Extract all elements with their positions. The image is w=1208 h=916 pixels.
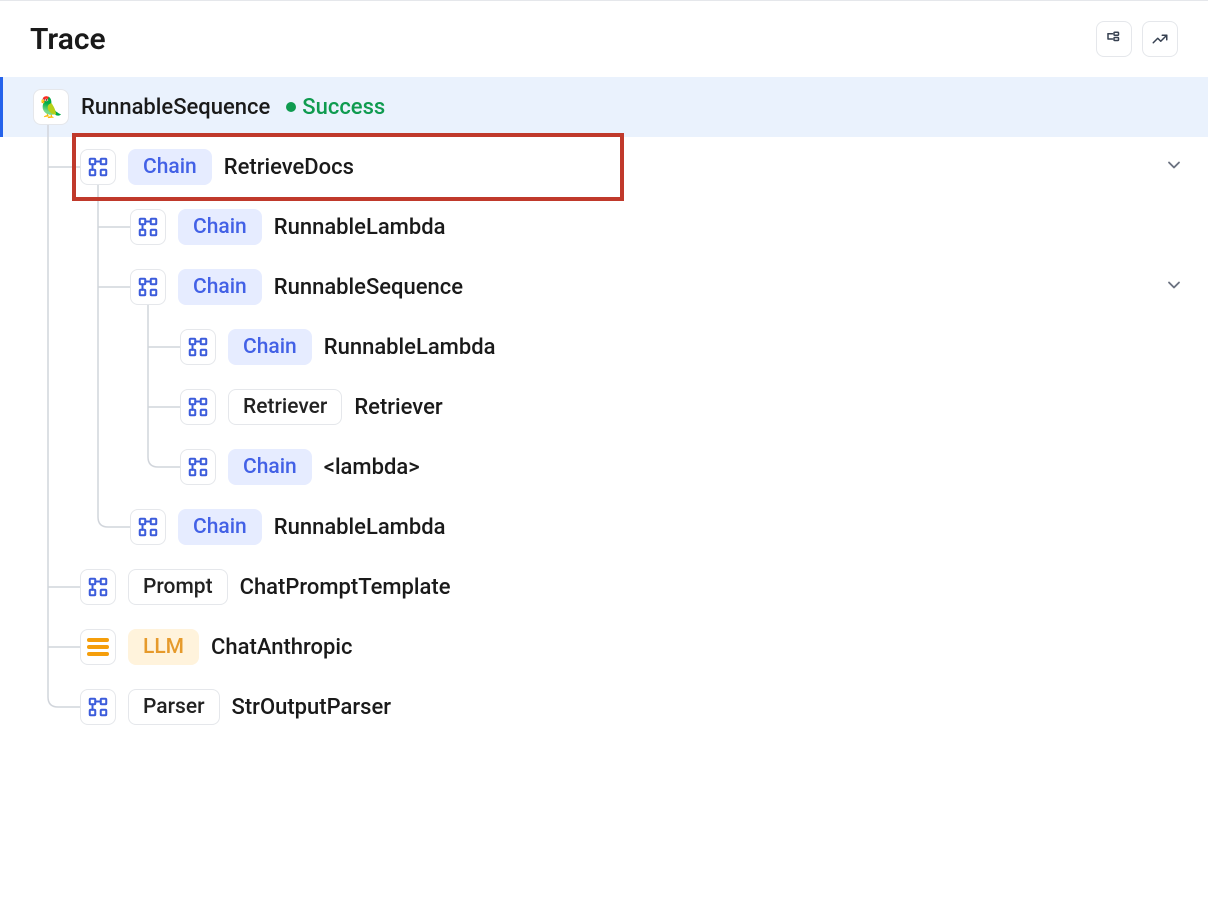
type-badge: Chain bbox=[178, 269, 262, 305]
node-name: RunnableSequence bbox=[274, 275, 463, 300]
type-badge: Chain bbox=[228, 449, 312, 485]
node-icon-box bbox=[80, 629, 116, 665]
node-icon-box bbox=[80, 689, 116, 725]
header-actions bbox=[1096, 21, 1178, 57]
stats-button[interactable] bbox=[1142, 21, 1178, 57]
page-title: Trace bbox=[30, 22, 106, 57]
chain-icon bbox=[187, 456, 209, 478]
root-icon-box: 🦜 bbox=[33, 89, 69, 125]
type-badge: Chain bbox=[228, 329, 312, 365]
tree-row[interactable]: Prompt ChatPromptTemplate bbox=[0, 557, 1208, 617]
node-icon-box bbox=[130, 209, 166, 245]
tree-row[interactable]: Chain RunnableLambda bbox=[0, 497, 1208, 557]
type-badge: Retriever bbox=[228, 389, 342, 425]
node-name: RunnableLambda bbox=[274, 215, 446, 240]
type-badge: Chain bbox=[128, 149, 212, 185]
node-name: RunnableLambda bbox=[324, 335, 496, 360]
status-text: Success bbox=[302, 95, 385, 120]
root-node-name: RunnableSequence bbox=[81, 95, 270, 120]
node-icon-box bbox=[130, 509, 166, 545]
node-name: ChatAnthropic bbox=[211, 635, 352, 660]
tree-row[interactable]: Chain RunnableLambda bbox=[0, 197, 1208, 257]
chevron-down-icon[interactable] bbox=[1164, 155, 1184, 179]
type-badge: Chain bbox=[178, 509, 262, 545]
node-name: RetrieveDocs bbox=[224, 155, 354, 180]
chain-icon bbox=[87, 156, 109, 178]
node-name: Retriever bbox=[354, 395, 442, 420]
chain-icon bbox=[87, 576, 109, 598]
node-icon-box bbox=[180, 449, 216, 485]
node-icon-box bbox=[180, 389, 216, 425]
node-name: RunnableLambda bbox=[274, 515, 446, 540]
chain-icon bbox=[87, 696, 109, 718]
tree-row[interactable]: Chain RunnableSequence bbox=[0, 257, 1208, 317]
status-badge: Success bbox=[286, 95, 385, 120]
panel-header: Trace bbox=[0, 1, 1208, 77]
node-name: <lambda> bbox=[324, 455, 420, 480]
tree-root-row[interactable]: 🦜 RunnableSequence Success bbox=[0, 77, 1208, 137]
node-icon-box bbox=[80, 569, 116, 605]
status-dot-icon bbox=[286, 102, 296, 112]
type-badge: Parser bbox=[128, 689, 220, 725]
type-badge: Prompt bbox=[128, 569, 228, 605]
tree-row[interactable]: Parser StrOutputParser bbox=[0, 677, 1208, 737]
node-icon-box bbox=[180, 329, 216, 365]
tree-row[interactable]: Chain RetrieveDocs bbox=[0, 137, 1208, 197]
tree-row[interactable]: Chain <lambda> bbox=[0, 437, 1208, 497]
chain-icon bbox=[137, 516, 159, 538]
tree-icon bbox=[1105, 30, 1123, 48]
trend-up-icon bbox=[1151, 30, 1169, 48]
node-name: StrOutputParser bbox=[232, 695, 392, 720]
parrot-icon: 🦜 bbox=[39, 95, 64, 119]
chevron-down-icon[interactable] bbox=[1164, 275, 1184, 299]
tree-row[interactable]: Chain RunnableLambda bbox=[0, 317, 1208, 377]
chain-icon bbox=[187, 336, 209, 358]
chain-icon bbox=[137, 276, 159, 298]
trace-tree: 🦜 RunnableSequence Success Chain Retrieve… bbox=[0, 77, 1208, 767]
chain-icon bbox=[137, 216, 159, 238]
tree-row[interactable]: LLM ChatAnthropic bbox=[0, 617, 1208, 677]
node-name: ChatPromptTemplate bbox=[240, 575, 451, 600]
node-icon-box bbox=[130, 269, 166, 305]
type-badge: Chain bbox=[178, 209, 262, 245]
tree-row[interactable]: Retriever Retriever bbox=[0, 377, 1208, 437]
node-icon-box bbox=[80, 149, 116, 185]
chain-icon bbox=[187, 396, 209, 418]
llm-icon bbox=[87, 636, 109, 658]
tree-view-button[interactable] bbox=[1096, 21, 1132, 57]
type-badge: LLM bbox=[128, 629, 199, 665]
